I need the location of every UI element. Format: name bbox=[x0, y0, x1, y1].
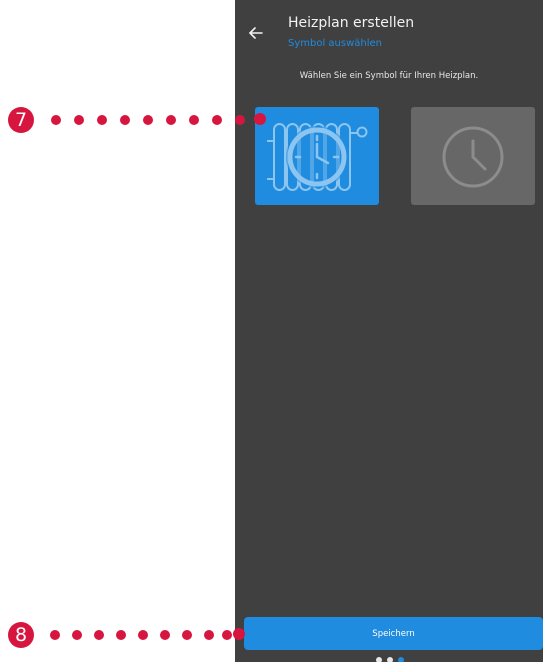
instruction-text: Wählen Sie ein Symbol für Ihren Heizplan… bbox=[299, 71, 479, 81]
app-screen: Heizplan erstellen Symbol auswählen Wähl… bbox=[235, 0, 543, 662]
page-dot bbox=[387, 657, 393, 662]
clock-icon bbox=[442, 126, 504, 188]
header: Heizplan erstellen Symbol auswählen bbox=[235, 0, 543, 60]
leader-dot bbox=[222, 630, 232, 640]
leader-dot bbox=[166, 115, 176, 125]
leader-dot bbox=[120, 115, 130, 125]
back-button[interactable] bbox=[245, 22, 267, 44]
pagination-dots bbox=[376, 657, 416, 662]
leader-dot bbox=[182, 630, 192, 640]
leader-dot bbox=[233, 628, 245, 640]
radiator-clock-tile[interactable] bbox=[255, 107, 379, 205]
leader-dot bbox=[138, 630, 148, 640]
page-title: Heizplan erstellen bbox=[288, 15, 415, 31]
leader-dot bbox=[51, 115, 61, 125]
arrow-left-icon bbox=[249, 27, 263, 39]
clock-tile[interactable] bbox=[411, 107, 535, 205]
leader-dot bbox=[204, 630, 214, 640]
radiator-clock-icon bbox=[267, 123, 368, 191]
leader-dot bbox=[189, 115, 199, 125]
leader-dot bbox=[72, 630, 82, 640]
leader-dot bbox=[74, 115, 84, 125]
leader-dot bbox=[160, 630, 170, 640]
page: Heizplan erstellen Symbol auswählen Wähl… bbox=[0, 0, 543, 662]
leader-dot bbox=[235, 115, 245, 125]
callout-badge-8: 8 bbox=[8, 622, 34, 648]
page-dot bbox=[376, 657, 382, 662]
leader-dot bbox=[97, 115, 107, 125]
page-dot-active bbox=[398, 657, 404, 662]
save-button[interactable]: Speichern bbox=[244, 617, 543, 650]
leader-dot bbox=[116, 630, 126, 640]
callout-badge-7: 7 bbox=[8, 107, 34, 133]
leader-dot bbox=[94, 630, 104, 640]
page-subtitle: Symbol auswählen bbox=[288, 38, 383, 49]
leader-dot bbox=[254, 113, 266, 125]
leader-dot bbox=[143, 115, 153, 125]
leader-dot bbox=[212, 115, 222, 125]
leader-dot bbox=[50, 630, 60, 640]
